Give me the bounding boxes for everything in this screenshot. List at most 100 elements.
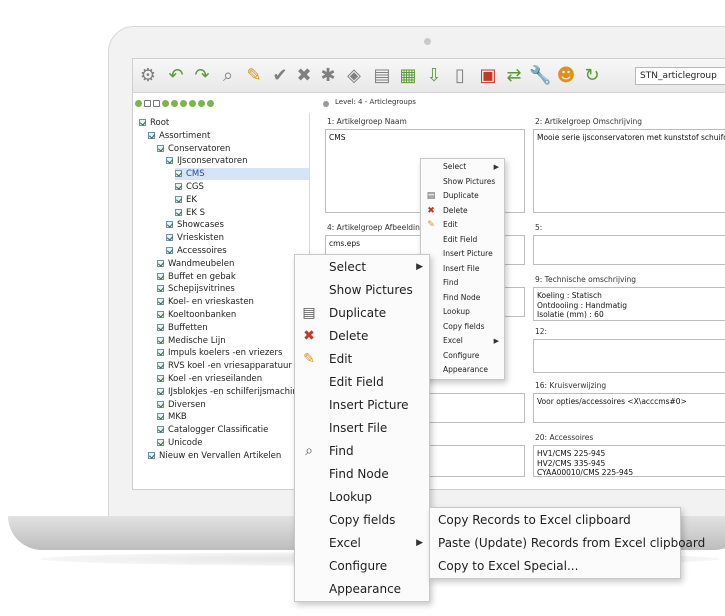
menu-item[interactable]: Insert File	[295, 417, 429, 440]
checkbox-icon[interactable]	[157, 144, 164, 152]
cancel-x-icon[interactable]: ✖	[293, 65, 315, 87]
tree-node[interactable]: Koeltoonbanken	[157, 309, 236, 321]
menu-item[interactable]: Find Node	[421, 291, 504, 306]
checkbox-icon[interactable]	[157, 259, 164, 267]
menu-item[interactable]: Show Pictures	[421, 175, 504, 190]
document-icon[interactable]: ▯	[449, 65, 471, 87]
checkbox-icon[interactable]	[157, 336, 164, 344]
checkbox-icon[interactable]	[175, 170, 182, 178]
menu-item[interactable]: Select ▶	[421, 160, 504, 175]
menu-item[interactable]: Find	[421, 276, 504, 291]
checkbox-icon[interactable]	[175, 183, 182, 190]
checkbox-icon[interactable]	[157, 375, 164, 382]
menu-item[interactable]: Configure	[295, 555, 429, 578]
menu-item[interactable]: Show Pictures	[295, 279, 429, 302]
checkbox-icon[interactable]	[157, 413, 164, 421]
tree-node[interactable]: EK S	[175, 207, 205, 219]
checkbox-icon[interactable]	[166, 234, 173, 242]
checkbox-icon[interactable]	[157, 285, 164, 293]
wrench-icon[interactable]: 🔧	[529, 65, 551, 87]
menu-item[interactable]: Insert Picture	[295, 394, 429, 417]
field-2-input[interactable]: Mooie serie ijsconservatoren met kunstst…	[533, 129, 725, 213]
menu-item[interactable]: Excel ▶	[295, 532, 429, 555]
menu-item[interactable]: Appearance	[421, 363, 504, 378]
checkbox-icon[interactable]	[157, 387, 164, 395]
edit-pencil-icon[interactable]: ✎	[243, 65, 265, 87]
checkbox-icon[interactable]	[148, 451, 155, 459]
refresh-icon[interactable]: ↻	[581, 65, 603, 87]
checkbox-icon[interactable]	[157, 439, 164, 446]
menu-item[interactable]: Appearance	[295, 578, 429, 601]
check-icon[interactable]: ✔	[269, 65, 291, 87]
tree-node[interactable]: Nieuw en Vervallen Artikelen	[148, 450, 281, 462]
export-record-icon[interactable]: ⇩	[423, 65, 445, 87]
tree-node[interactable]: Wandmeubelen	[157, 258, 234, 270]
field-5-input[interactable]	[533, 235, 725, 265]
checkbox-icon[interactable]	[157, 349, 164, 357]
checkbox-icon[interactable]	[148, 131, 155, 139]
menu-item[interactable]: Copy fields	[421, 320, 504, 335]
checkbox-icon[interactable]	[175, 208, 182, 216]
checkbox-empty-icon[interactable]	[153, 100, 160, 107]
tree-node[interactable]: Conservatoren	[157, 143, 230, 155]
last-icon[interactable]	[207, 100, 214, 107]
tag-settings-icon[interactable]: ◈	[343, 65, 365, 87]
menu-item[interactable]: Copy to Excel Special...	[430, 555, 680, 578]
checkbox-icon[interactable]	[157, 362, 164, 370]
checkbox-icon[interactable]	[157, 323, 164, 331]
checkbox-icon[interactable]	[175, 195, 182, 203]
tree-node[interactable]: Schepijsvitrines	[157, 283, 235, 295]
menu-item[interactable]: Paste (Update) Records from Excel clipbo…	[430, 532, 705, 555]
checkbox-icon[interactable]	[144, 100, 151, 107]
menu-item[interactable]: Lookup	[421, 305, 504, 320]
field-20-input[interactable]: HV1/CMS 225-945 HV2/CMS 335-945 CYAA0001…	[533, 445, 725, 477]
menu-item[interactable]: ✎ Edit	[295, 348, 429, 371]
tree-node[interactable]: Buffetten	[157, 322, 208, 334]
tree-node[interactable]: CMS	[175, 168, 309, 181]
menu-item[interactable]: Configure	[421, 349, 504, 364]
checkbox-icon[interactable]	[157, 298, 164, 306]
tree-node[interactable]: Medische Lijn	[157, 335, 226, 347]
tree-node[interactable]: Catalogger Classificatie	[157, 424, 268, 436]
tree-node[interactable]: IJsconservatoren	[166, 155, 248, 167]
checkbox-icon[interactable]	[157, 426, 164, 434]
tree-node[interactable]: EK	[175, 194, 197, 206]
context-input[interactable]: STN_articlegroup	[635, 67, 725, 85]
delete-record-icon[interactable]: ▣	[477, 65, 499, 87]
gear-icon[interactable]: ⚙	[137, 65, 159, 87]
menu-item[interactable]: Copy Records to Excel clipboard	[430, 509, 680, 532]
tree-node[interactable]: Impuls koelers -en vriezers	[157, 347, 282, 359]
menu-item[interactable]: ✖ Delete	[295, 325, 429, 348]
menu-item[interactable]: ✎ Edit	[421, 218, 504, 233]
checkbox-icon[interactable]	[166, 157, 173, 165]
menu-item[interactable]: Find Node	[295, 463, 429, 486]
search-icon[interactable]: ⌕	[217, 65, 239, 87]
asterisk-icon[interactable]: ✱	[317, 65, 339, 87]
tree-node[interactable]: Buffet en gebak	[157, 271, 236, 283]
menu-item[interactable]: Copy fields	[295, 509, 429, 532]
undo-icon[interactable]: ↶	[165, 65, 187, 87]
tree-node[interactable]: IJsblokjes -en schilferijsmachines	[157, 386, 307, 398]
field-16-input[interactable]: Voor opties/accessoires <X\acccms#0>	[533, 393, 725, 423]
checkbox-icon[interactable]	[139, 119, 146, 126]
menu-item[interactable]: Lookup	[295, 486, 429, 509]
tree-node[interactable]: Koel- en vrieskasten	[157, 296, 254, 308]
tree-node[interactable]: Root	[139, 117, 169, 129]
menu-item[interactable]: Select ▶	[295, 256, 429, 279]
info-icon[interactable]	[162, 100, 169, 107]
add-record-icon[interactable]: ▦	[397, 65, 419, 87]
menu-item[interactable]: Edit Field	[295, 371, 429, 394]
form-edit-icon[interactable]: ▤	[371, 65, 393, 87]
tree-node[interactable]: MKB	[157, 411, 187, 423]
checkbox-icon[interactable]	[166, 221, 173, 229]
menu-item[interactable]: ▤ Duplicate	[421, 189, 504, 204]
tree-node[interactable]: Assortiment	[148, 130, 210, 142]
menu-item[interactable]: ✖ Delete	[421, 204, 504, 219]
checkbox-icon[interactable]	[157, 272, 164, 280]
next-icon[interactable]	[198, 100, 205, 107]
user-icon[interactable]: ☻	[555, 65, 577, 87]
menu-item[interactable]: Edit Field	[421, 233, 504, 248]
field-9-input[interactable]: Koeling : Statisch Ontdooiing : Handmati…	[533, 287, 725, 321]
tree-node[interactable]: Diversen	[157, 399, 206, 411]
green-dot-icon[interactable]	[135, 100, 142, 107]
